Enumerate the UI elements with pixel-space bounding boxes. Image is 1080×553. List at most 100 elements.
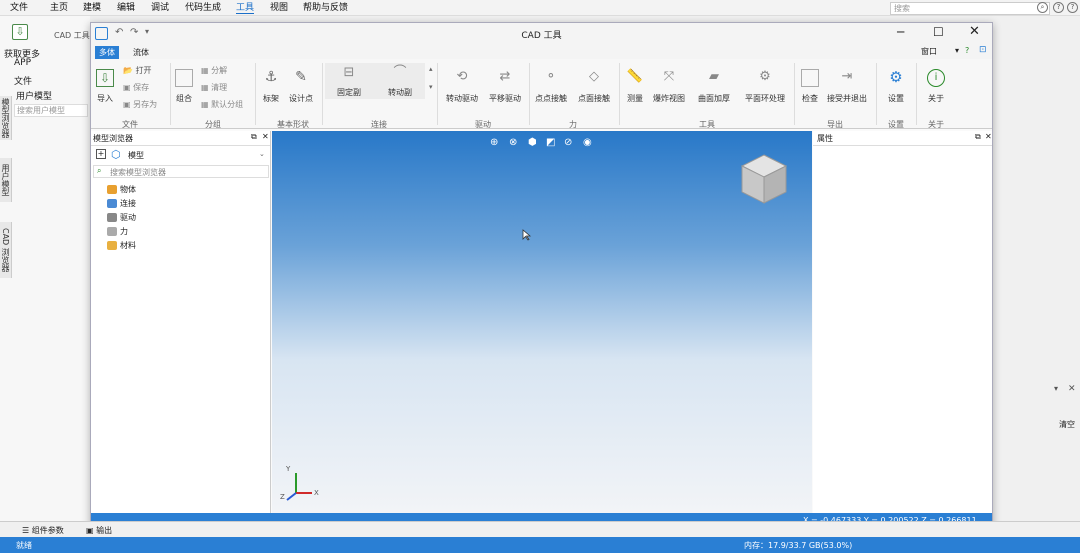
accept-exit-label: 接受并退出 (827, 94, 867, 103)
settings-button[interactable]: ⚙ 设置 (887, 69, 905, 104)
app-statusbar: 就绪 内存：17.9/33.7 GB(53.0%) (0, 537, 1080, 553)
chevron-down-icon[interactable]: ▾ (1054, 384, 1058, 393)
model-browser-search[interactable]: ⌕ 搜索模型浏览器 (93, 165, 269, 178)
rotational-drive-button[interactable]: ⟲ 转动驱动 (446, 69, 478, 104)
tab-fluid[interactable]: 流体 (129, 46, 153, 59)
combine-button[interactable]: 组合 (175, 69, 193, 104)
search-icon[interactable]: ⌕ (1037, 2, 1048, 13)
expand-icon[interactable]: + (96, 149, 106, 159)
tree-item-force[interactable]: 力 (107, 226, 128, 237)
menu-view[interactable]: 视图 (270, 2, 288, 14)
default-group-button[interactable]: ▦ 默认分组 (201, 99, 243, 110)
tab-component-params[interactable]: ☰ 组件参数 (22, 525, 64, 536)
point-face-contact-button[interactable]: ◇ 点面接触 (578, 69, 610, 104)
global-search-input[interactable]: 搜索 (890, 2, 1050, 15)
menu-file[interactable]: 文件 (10, 2, 28, 14)
check-button[interactable]: 检查 (801, 69, 819, 104)
help-icon[interactable]: ? (1053, 2, 1064, 13)
point-point-contact-button[interactable]: ⚬ 点点接触 (535, 69, 567, 104)
fit-view-icon[interactable]: ⊕ (490, 137, 498, 148)
section-icon[interactable]: ⊘ (564, 137, 572, 148)
eye-icon[interactable]: ◉ (583, 137, 592, 148)
status-ready: 就绪 (16, 541, 32, 550)
ring-icon: ⚙ (759, 69, 771, 84)
tree-item-label: 连接 (120, 199, 136, 208)
vtab-model-browser[interactable]: 模型浏览器 (0, 96, 12, 140)
split-button[interactable]: ▦ 分解 (201, 65, 227, 76)
menu-debug[interactable]: 调试 (151, 2, 169, 14)
gallery-down-icon[interactable]: ▾ (429, 83, 433, 91)
design-point-button[interactable]: ✎ 设计点 (289, 69, 313, 104)
iso-view-icon[interactable]: ⬢ (528, 137, 537, 148)
menu-codegen[interactable]: 代码生成 (185, 2, 221, 14)
revolute-joint-button[interactable]: ⌒ 转动副 (388, 65, 412, 98)
fixed-joint-label: 固定副 (337, 88, 361, 97)
close-icon[interactable]: ✕ (969, 24, 980, 39)
tab-label: 输出 (96, 526, 113, 535)
tree-item-material[interactable]: 材料 (107, 240, 136, 251)
surface-thicken-button[interactable]: ▰ 曲面加厚 (698, 69, 730, 104)
chevron-down-icon[interactable]: ⌄ (259, 150, 265, 158)
axis-y-label: Y (286, 465, 291, 473)
tree-item-body[interactable]: 物体 (107, 184, 136, 195)
app-label[interactable]: APP (14, 58, 31, 68)
open-button[interactable]: 📂 打开 (123, 65, 152, 76)
save-as-button[interactable]: ▣ 另存为 (123, 99, 157, 110)
explode-view-button[interactable]: ⤧ 爆炸视图 (653, 69, 685, 104)
rotational-drive-icon: ⟲ (456, 69, 468, 84)
group-label-shape: 基本形状 (277, 120, 309, 129)
window-menu[interactable]: 窗口 (921, 46, 937, 57)
minimize-icon[interactable]: ─ (897, 25, 904, 39)
axis-x-label: X (314, 489, 319, 497)
clear-button[interactable]: 清空 (1059, 419, 1075, 430)
menu-home[interactable]: 主页 (50, 2, 68, 14)
menu-help[interactable]: 帮助与反馈 (303, 2, 348, 14)
help-icon-2[interactable]: ? (1067, 2, 1078, 13)
model-root-label[interactable]: 模型 (128, 150, 144, 161)
accept-exit-button[interactable]: ⇥ 接受并退出 (827, 69, 867, 104)
cad-tool-window: ↶ ↷ ▾ CAD 工具 ─ ☐ ✕ 多体 流体 窗口 ▾ ? ⊡ ⇩ 导入 📂 … (90, 22, 993, 530)
zoom-icon[interactable]: ⊗ (509, 137, 517, 148)
frame-button[interactable]: ⚓ 标架 (262, 69, 280, 104)
close-icon[interactable]: ✕ (262, 132, 269, 141)
close-icon[interactable]: ✕ (985, 132, 992, 141)
cad-tool-label[interactable]: CAD 工具 (54, 30, 90, 41)
menu-tools[interactable]: 工具 (236, 2, 255, 14)
float-icon[interactable]: ⧉ (975, 132, 981, 142)
close-icon[interactable]: ✕ (1068, 384, 1076, 394)
axis-z-label: Z (280, 493, 285, 501)
tab-multibody[interactable]: 多体 (95, 46, 119, 59)
mouse-cursor-icon (522, 229, 532, 241)
save-button[interactable]: ▣ 保存 (123, 82, 149, 93)
vtab-user-model[interactable]: 用户模型 (0, 158, 12, 202)
background-left-panel: ⇩ 获取更多 APP 文件 CAD 工具 用户模型 搜索用户模型 模型浏览器 用… (0, 16, 90, 536)
chevron-down-icon[interactable]: ▾ (955, 46, 959, 55)
import-button[interactable]: ⇩ 导入 (96, 69, 114, 104)
plane-ring-button[interactable]: ⚙ 平面环处理 (745, 69, 785, 104)
menu-modeling[interactable]: 建模 (83, 2, 101, 14)
download-icon[interactable]: ⇩ (12, 24, 28, 40)
pin-icon[interactable]: ⊡ (979, 45, 987, 55)
material-icon (107, 241, 117, 250)
tree-item-drive[interactable]: 驱动 (107, 212, 136, 223)
about-button[interactable]: i 关于 (927, 69, 945, 104)
menu-edit[interactable]: 编辑 (117, 2, 135, 14)
tab-output[interactable]: ▣ 输出 (86, 525, 112, 536)
tree-item-label: 物体 (120, 185, 136, 194)
connection-icon (107, 199, 117, 208)
view-cube-icon[interactable] (738, 153, 790, 205)
maximize-icon[interactable]: ☐ (933, 25, 944, 39)
model-browser-panel: 模型浏览器 ⧉ ✕ + ⬡ 模型 ⌄ ⌕ 搜索模型浏览器 物体 连接 驱动 力 … (91, 131, 271, 513)
tree-item-connection[interactable]: 连接 (107, 198, 136, 209)
translational-drive-button[interactable]: ⇄ 平移驱动 (489, 69, 521, 104)
help-icon[interactable]: ? (965, 46, 969, 55)
box-view-icon[interactable]: ◩ (546, 137, 555, 148)
gallery-up-icon[interactable]: ▴ (429, 65, 433, 73)
fixed-joint-button[interactable]: ⊟ 固定副 (337, 65, 361, 98)
float-icon[interactable]: ⧉ (251, 132, 257, 142)
clear-button[interactable]: ▦ 清理 (201, 82, 227, 93)
measure-button[interactable]: 📏 测量 (626, 69, 644, 104)
user-model-search[interactable]: 搜索用户模型 (14, 104, 88, 117)
vtab-cad-browser[interactable]: CAD 浏览器 (0, 222, 12, 278)
3d-viewport[interactable]: ⊕ ⊗ ⬢ ◩ ⊘ ◉ Y X Z (272, 131, 812, 513)
